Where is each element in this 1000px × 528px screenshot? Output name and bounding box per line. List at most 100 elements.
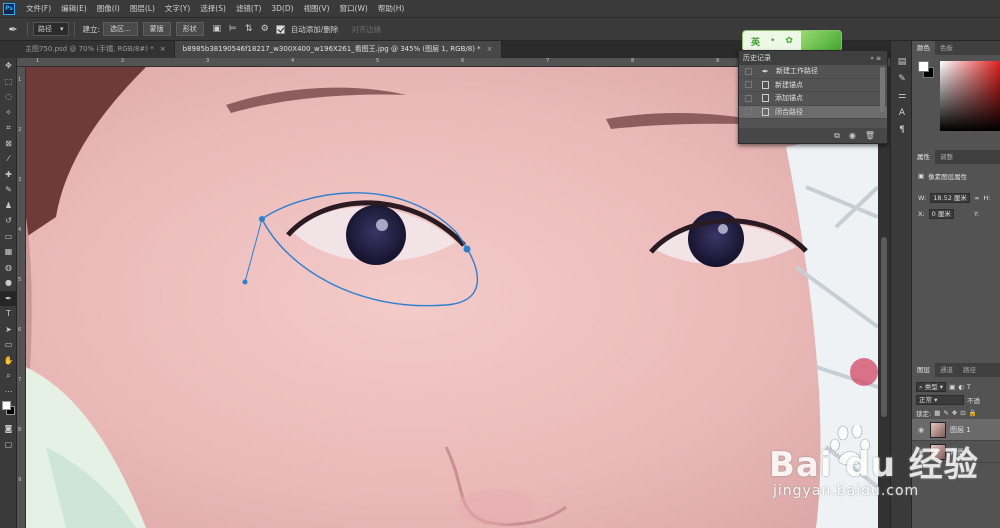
hand-tool-icon[interactable]: ✋ (0, 353, 17, 369)
auto-add-checkbox[interactable] (275, 24, 285, 34)
history-source-box[interactable] (745, 108, 752, 116)
filter-image-icon[interactable]: ▣ (949, 383, 955, 391)
tab-properties[interactable]: 属性 (912, 150, 935, 164)
layer-row[interactable]: ◉ 背景 (912, 441, 1000, 463)
crop-tool-icon[interactable]: ⌗ (0, 120, 17, 136)
move-tool-icon[interactable]: ✥ (0, 58, 17, 74)
layer-kind-select[interactable]: ⌕ 类型 ▾ (916, 381, 947, 392)
zoom-tool-icon[interactable]: ⌕ (0, 368, 17, 384)
history-panel-icon[interactable]: ▤ (891, 53, 913, 70)
frame-tool-icon[interactable]: ⊠ (0, 136, 17, 152)
foreground-color[interactable] (2, 401, 11, 410)
quick-mask-icon[interactable]: ◙ (0, 421, 17, 437)
lock-artboard-icon[interactable]: ⊡ (960, 409, 965, 417)
tab-adjustments[interactable]: 调整 (935, 150, 958, 164)
ime-language-label[interactable]: 英 (751, 35, 760, 48)
shape-button[interactable]: 形状 (175, 22, 204, 36)
history-item[interactable]: ✒ 新建工作路径 (739, 65, 887, 79)
clone-stamp-tool-icon[interactable]: ♟ (0, 198, 17, 214)
panel-menu-icon[interactable]: »≡ (870, 55, 883, 62)
dodge-tool-icon[interactable]: ● (0, 275, 17, 291)
menu-type[interactable]: 文字(Y) (160, 0, 195, 17)
tab-swatches[interactable]: 色板 (935, 41, 958, 55)
menu-select[interactable]: 选择(S) (195, 0, 231, 17)
history-source-box[interactable] (745, 81, 752, 89)
menu-image[interactable]: 图像(I) (92, 0, 125, 17)
tab-layers[interactable]: 图层 (912, 363, 935, 377)
foreground-color[interactable] (918, 61, 929, 72)
brush-panel-icon[interactable]: ✎ (891, 70, 913, 87)
paragraph-panel-icon[interactable]: ¶ (891, 121, 913, 138)
blur-tool-icon[interactable]: ◍ (0, 260, 17, 276)
adjustments-panel-icon[interactable]: ⚌ (891, 87, 913, 104)
menu-filter[interactable]: 滤镜(T) (231, 0, 266, 17)
filter-type-icon[interactable]: T (967, 383, 971, 391)
pen-tool-icon[interactable]: ✒ (4, 21, 22, 37)
close-icon[interactable]: × (487, 45, 493, 53)
tab-document-2[interactable]: b8985b38190546f18217_w300X400_w196X261_看… (174, 41, 502, 58)
tab-color[interactable]: 颜色 (912, 41, 935, 55)
trash-icon[interactable]: 🗑 (865, 131, 875, 140)
scroll-thumb[interactable] (881, 237, 887, 417)
lock-paint-icon[interactable]: ✎ (943, 409, 948, 417)
direction-handle[interactable] (242, 279, 248, 285)
lock-all-icon[interactable]: 🔒 (969, 409, 977, 417)
tab-paths[interactable]: 路径 (958, 363, 981, 377)
path-alignment-icon[interactable]: ⊨ (225, 22, 241, 36)
healing-brush-tool-icon[interactable]: ✚ (0, 167, 17, 183)
menu-3d[interactable]: 3D(D) (266, 0, 298, 17)
path-operations-icon[interactable]: ▣ (209, 22, 225, 36)
layer-row[interactable]: ◉ 图层 1 (912, 419, 1000, 441)
lasso-tool-icon[interactable]: ◌ (0, 89, 17, 105)
brush-tool-icon[interactable]: ✎ (0, 182, 17, 198)
path-arrangement-icon[interactable]: ⇅ (241, 22, 257, 36)
tab-document-1[interactable]: 主图750.psd @ 70% (手镯, RGB/8#) * × (17, 41, 175, 58)
eye-icon[interactable]: ◉ (918, 426, 926, 434)
history-brush-tool-icon[interactable]: ↺ (0, 213, 17, 229)
magic-wand-tool-icon[interactable]: ✧ (0, 105, 17, 121)
width-field[interactable]: 18.52 厘米 (930, 193, 970, 203)
marquee-tool-icon[interactable]: ⬚ (0, 74, 17, 90)
menu-window[interactable]: 窗口(W) (335, 0, 373, 17)
gradient-tool-icon[interactable]: ▦ (0, 244, 17, 260)
menu-edit[interactable]: 编辑(E) (56, 0, 92, 17)
rectangle-tool-icon[interactable]: ▭ (0, 337, 17, 353)
lock-pixels-icon[interactable]: ▦ (934, 409, 940, 417)
x-field[interactable]: 0 厘米 (928, 209, 954, 219)
mask-button[interactable]: 蒙版 (142, 22, 171, 36)
tab-channels[interactable]: 通道 (935, 363, 958, 377)
menu-view[interactable]: 视图(V) (299, 0, 335, 17)
eraser-tool-icon[interactable]: ▭ (0, 229, 17, 245)
menu-file[interactable]: 文件(F) (21, 0, 56, 17)
filter-adjust-icon[interactable]: ◐ (958, 383, 964, 391)
selection-button[interactable]: 选区... (103, 22, 138, 36)
color-swatches[interactable] (0, 399, 17, 421)
type-tool-icon[interactable]: T (0, 306, 17, 322)
menu-layer[interactable]: 图层(L) (125, 0, 160, 17)
close-icon[interactable]: × (160, 45, 166, 53)
history-item-selected[interactable]: 闭合路径 (739, 105, 887, 119)
history-source-box[interactable] (745, 94, 752, 102)
color-picker[interactable] (912, 55, 1000, 150)
mode-select[interactable]: 路径 ▾ (33, 22, 69, 36)
ime-skin-icon[interactable]: ✿ (785, 36, 793, 46)
gear-icon[interactable]: ⚙ (257, 22, 273, 36)
link-icon[interactable]: ∞ (974, 194, 979, 202)
ime-punct-icon[interactable]: • (770, 36, 775, 46)
history-source-box[interactable] (745, 67, 752, 75)
path-selection-tool-icon[interactable]: ➤ (0, 322, 17, 338)
history-scrollbar[interactable] (880, 67, 885, 112)
history-item[interactable]: 添加锚点 (739, 92, 887, 106)
character-panel-icon[interactable]: A (891, 104, 913, 121)
ime-toolbar[interactable]: 英 • ✿ (742, 30, 842, 52)
menu-help[interactable]: 帮助(H) (373, 0, 410, 17)
camera-icon[interactable]: ◉ (849, 131, 856, 140)
anchor-point[interactable] (463, 245, 471, 253)
eyedropper-tool-icon[interactable]: ⁄ (0, 151, 17, 167)
anchor-point[interactable] (259, 216, 265, 222)
more-tools-icon[interactable]: ⋯ (0, 384, 17, 400)
pen-tool-icon[interactable]: ✒ (0, 290, 17, 306)
lock-move-icon[interactable]: ✥ (952, 409, 957, 417)
new-document-from-state-icon[interactable]: ⧉ (834, 131, 840, 141)
history-item[interactable]: 新建锚点 (739, 79, 887, 92)
